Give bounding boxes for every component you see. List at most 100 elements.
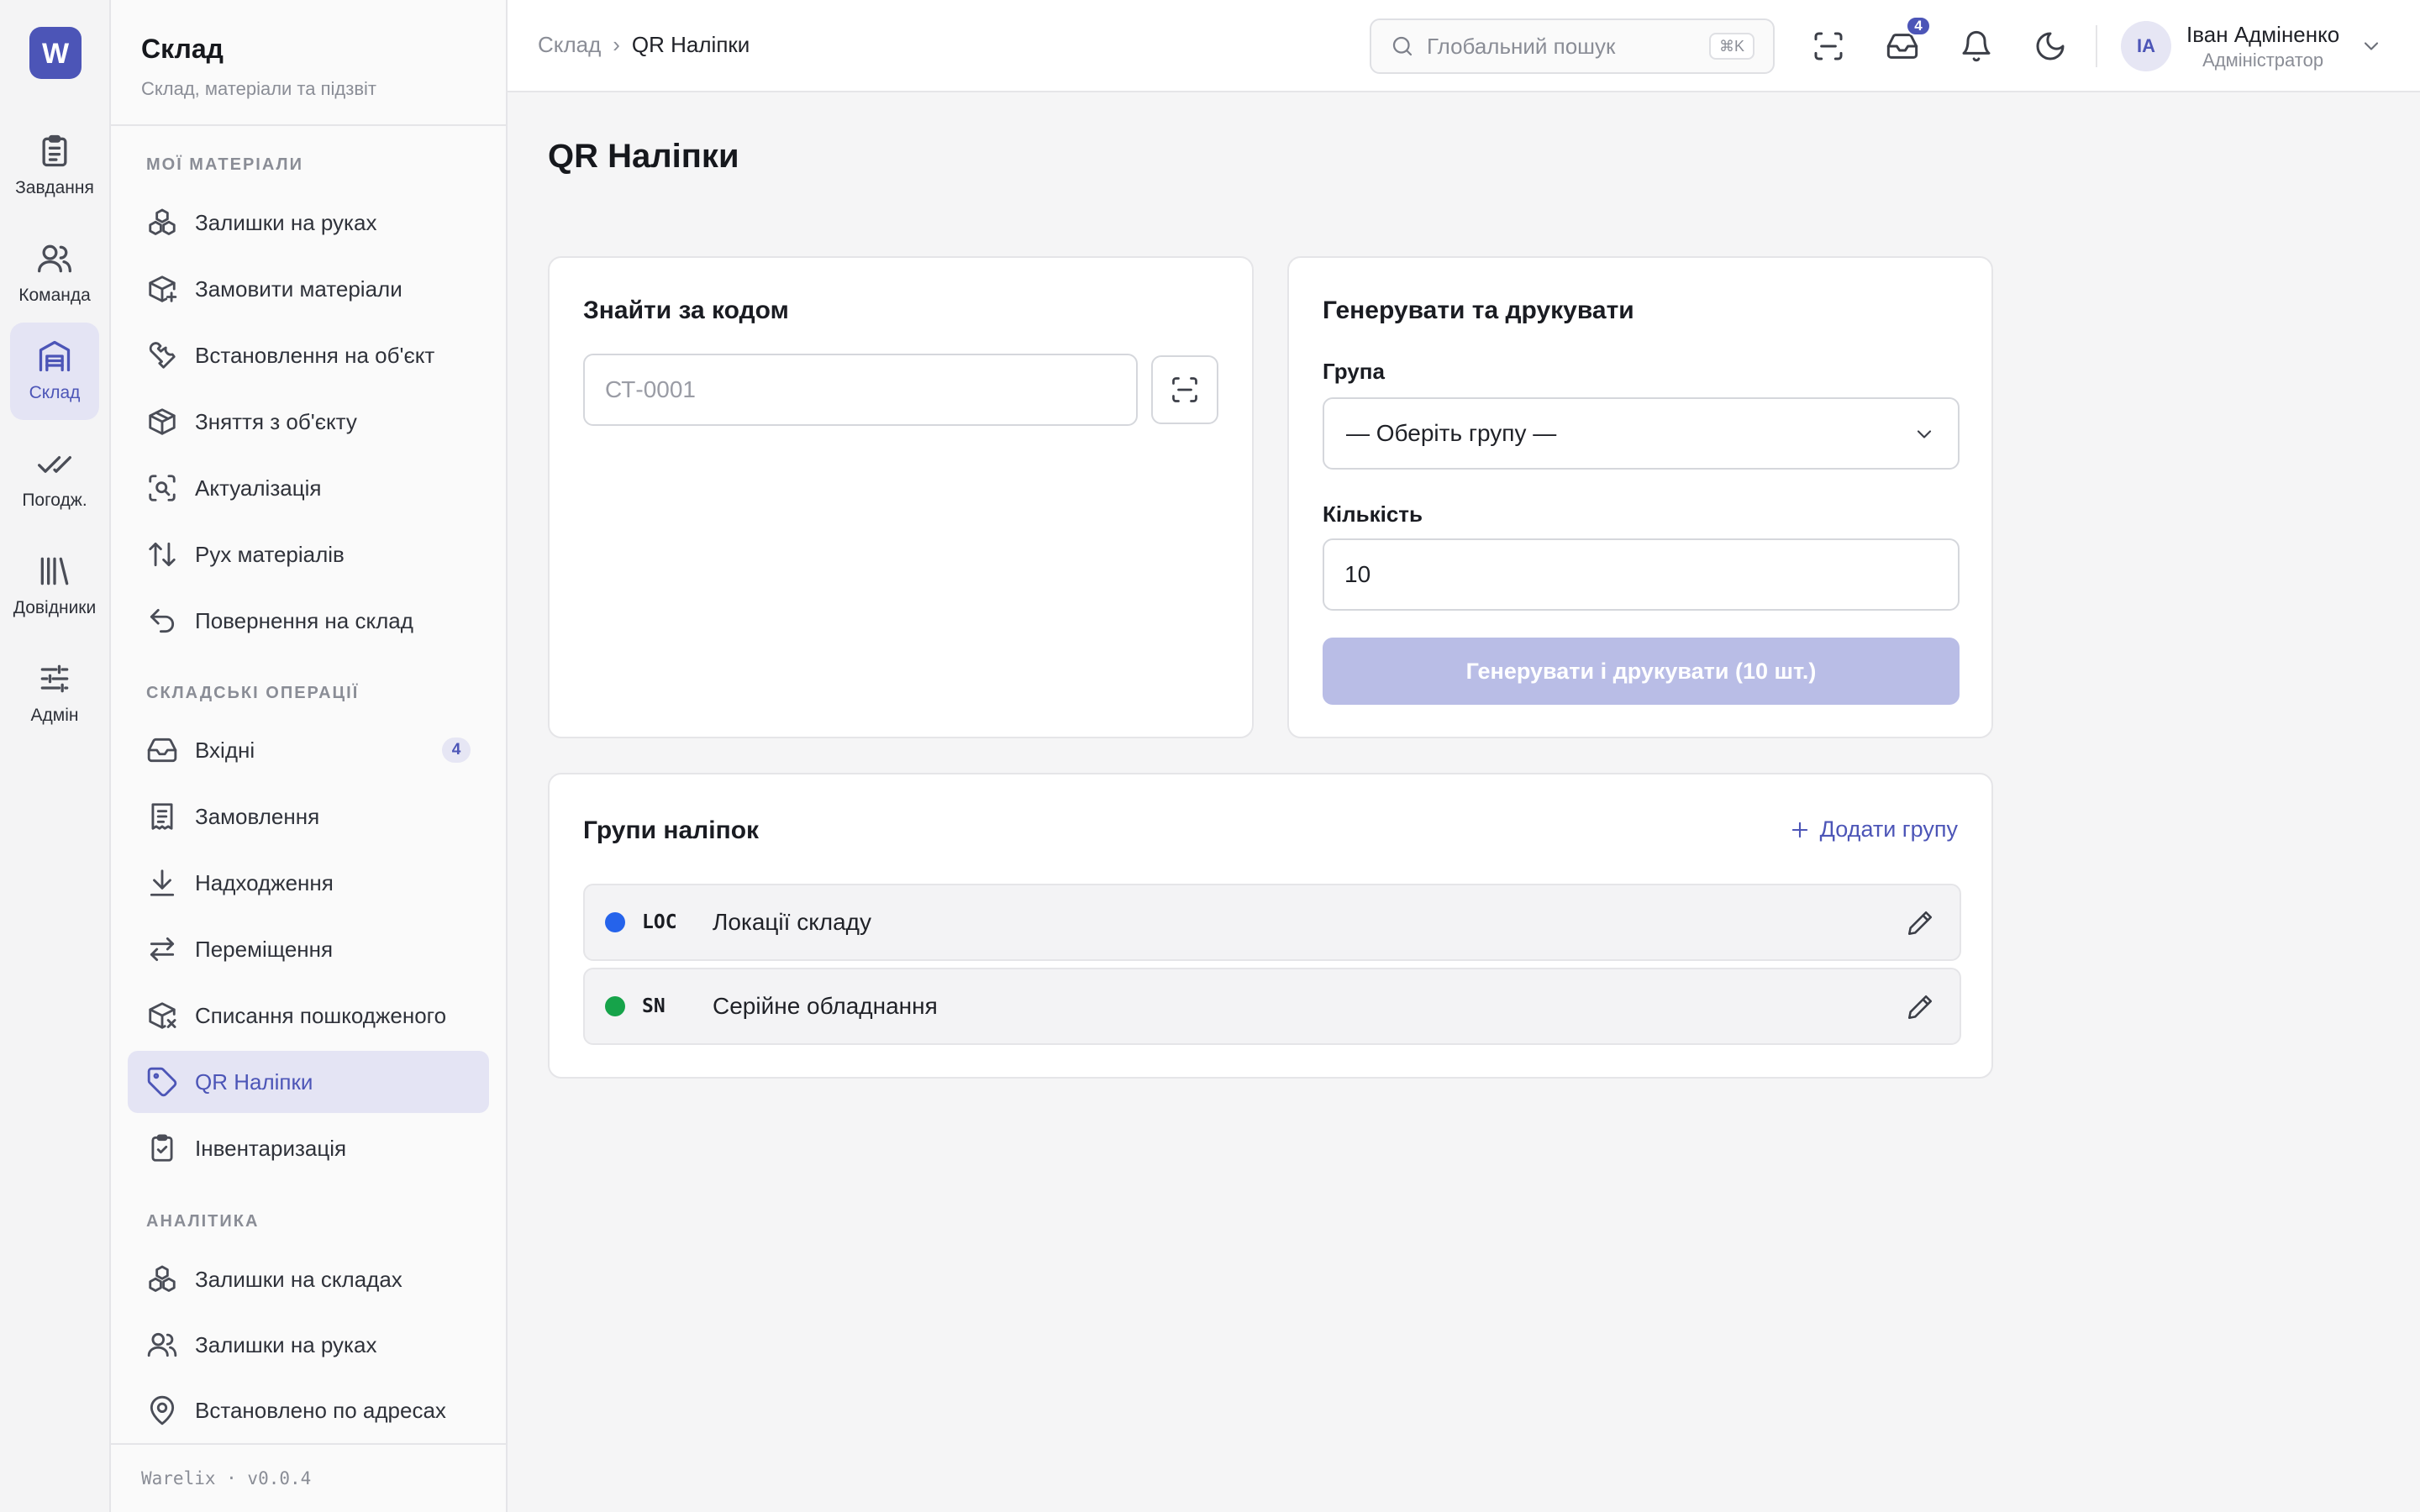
plus-icon xyxy=(1791,822,1807,837)
breadcrumb-current: QR Наліпки xyxy=(631,32,750,57)
generate-print-card: Генерувати та друкувати Група — Оберіть … xyxy=(1287,256,1993,738)
quantity-label: Кількість xyxy=(1323,501,1423,527)
sidebar-item-qr-stickers[interactable]: QR Наліпки xyxy=(128,1051,489,1113)
chevron-down-icon xyxy=(2365,42,2379,50)
scan-button[interactable] xyxy=(1803,21,1854,71)
sidebar-item-label: Замовити матеріали xyxy=(195,276,402,302)
sticker-groups-card: Групи наліпок Додати групу LOC Локації с… xyxy=(548,773,1993,1079)
global-search[interactable]: ⌘K xyxy=(1370,18,1775,74)
icon-rail: W Завдання Команда Склад Погодж. Довідни… xyxy=(0,0,111,1512)
search-input[interactable] xyxy=(1427,33,1704,60)
sidebar-item-incoming[interactable]: Вхідні 4 xyxy=(128,719,489,781)
add-group-label: Додати групу xyxy=(1819,816,1958,842)
sidebar-item-receipts[interactable]: Надходження xyxy=(128,852,489,914)
notifications-button[interactable] xyxy=(1951,21,2002,71)
sidebar-item-install[interactable]: Встановлення на об'єкт xyxy=(128,324,489,386)
map-pin-icon xyxy=(150,1395,175,1425)
group-name: Локації складу xyxy=(713,909,872,935)
sidebar-item-order-materials[interactable]: Замовити матеріали xyxy=(128,258,489,320)
receipt-icon xyxy=(151,803,173,830)
boxes-icon xyxy=(149,208,176,235)
group-row[interactable]: LOC Локації складу xyxy=(583,884,1961,961)
library-icon xyxy=(40,557,69,585)
sidebar-item-removal[interactable]: Зняття з об'єкту xyxy=(128,391,489,453)
app-logo[interactable]: W xyxy=(29,27,82,79)
inbox-icon xyxy=(147,738,177,763)
rail-item-label: Довідники xyxy=(13,598,97,617)
group-label: Група xyxy=(1323,359,1385,384)
sidebar-item-label: Зняття з об'єкту xyxy=(195,408,357,434)
sidebar-item-return[interactable]: Повернення на склад xyxy=(128,590,489,652)
sidebar-item-inventory[interactable]: Інвентаризація xyxy=(128,1117,489,1179)
sidebar-item-label: Встановлення на об'єкт xyxy=(195,342,435,368)
sliders-icon xyxy=(40,664,69,693)
rail-item-directories[interactable]: Довідники xyxy=(10,538,99,635)
code-search-input[interactable] xyxy=(583,354,1138,426)
sidebar-footer: Warelix · v0.0.4 xyxy=(111,1443,506,1512)
avatar: ІА xyxy=(2121,21,2171,71)
breadcrumb-root[interactable]: Склад xyxy=(538,32,601,58)
sidebar-item-transfers[interactable]: Переміщення xyxy=(128,918,489,980)
package-plus-icon xyxy=(149,276,177,302)
sidebar-item-on-hand-analytics[interactable]: Залишки на руках xyxy=(128,1314,489,1376)
chevron-down-icon xyxy=(1917,430,1932,438)
sidebar-item-installed-by-address[interactable]: Встановлено по адресах xyxy=(128,1379,489,1441)
group-row[interactable]: SN Серійне обладнання xyxy=(583,968,1961,1045)
scan-search-icon xyxy=(149,475,176,501)
undo-icon xyxy=(150,608,175,633)
sidebar-title: Склад xyxy=(141,34,224,64)
sidebar-item-label: Залишки на руках xyxy=(195,1331,377,1357)
generate-print-button[interactable]: Генерувати і друкувати (10 шт.) xyxy=(1323,638,1960,705)
add-group-button[interactable]: Додати групу xyxy=(1788,816,1958,843)
sidebar-item-write-off[interactable]: Списання пошкодженого xyxy=(128,984,489,1047)
tag-icon xyxy=(147,1067,177,1097)
sidebar-subtitle: Склад, матеріали та підзвіт xyxy=(141,78,376,99)
inbox-count-badge: 4 xyxy=(1906,16,1931,36)
scan-icon xyxy=(1172,377,1197,402)
rail-item-label: Адмін xyxy=(30,706,79,725)
arrows-up-down-icon xyxy=(149,542,176,567)
sidebar-item-label: QR Наліпки xyxy=(195,1068,313,1095)
app-version: Warelix · v0.0.4 xyxy=(141,1468,312,1488)
group-name: Серійне обладнання xyxy=(713,993,938,1019)
group-select[interactable]: — Оберіть групу — xyxy=(1323,397,1960,470)
breadcrumb-separator: › xyxy=(613,32,620,57)
bell-icon xyxy=(1962,30,1991,62)
sidebar-item-on-hand[interactable]: Залишки на руках xyxy=(128,192,489,254)
sidebar: Склад Склад, матеріали та підзвіт МОЇ МА… xyxy=(111,0,508,1512)
rail-item-warehouse[interactable]: Склад xyxy=(10,323,99,420)
rail-item-admin[interactable]: Адмін xyxy=(10,645,99,743)
group-select-value: — Оберіть групу — xyxy=(1346,420,1557,446)
package-icon xyxy=(149,408,176,435)
rail-item-approvals[interactable]: Погодж. xyxy=(10,430,99,528)
pencil-icon[interactable] xyxy=(1906,993,1934,1021)
inbox-button[interactable]: 4 xyxy=(1877,16,1931,71)
sidebar-item-label: Замовлення xyxy=(195,803,320,829)
warehouse-icon xyxy=(39,340,71,372)
sidebar-item-label: Повернення на склад xyxy=(195,607,413,633)
sidebar-item-movement[interactable]: Рух матеріалів xyxy=(128,523,489,585)
sidebar-item-warehouse-stock[interactable]: Залишки на складах xyxy=(128,1248,489,1310)
quantity-input[interactable] xyxy=(1323,538,1960,611)
rail-item-team[interactable]: Команда xyxy=(10,225,99,323)
sidebar-item-orders[interactable]: Замовлення xyxy=(128,785,489,848)
sidebar-item-label: Переміщення xyxy=(195,936,334,962)
boxes-icon xyxy=(149,1265,176,1292)
clipboard-check-icon xyxy=(151,1134,173,1162)
rail-item-label: Завдання xyxy=(15,178,94,197)
rail-item-label: Погодж. xyxy=(22,491,87,510)
pencil-icon[interactable] xyxy=(1906,909,1934,937)
generate-card-title: Генерувати та друкувати xyxy=(1323,297,1634,324)
sidebar-item-label: Надходження xyxy=(195,869,334,895)
theme-toggle-button[interactable] xyxy=(2025,21,2075,71)
users-icon xyxy=(147,1332,177,1357)
group-color-dot xyxy=(605,912,625,932)
scan-code-button[interactable] xyxy=(1151,355,1218,424)
moon-icon xyxy=(2036,32,2065,60)
user-menu[interactable]: ІА Іван Адміненко Адміністратор xyxy=(2121,18,2407,74)
svg-text:W: W xyxy=(42,38,70,70)
transfer-icon xyxy=(150,937,175,962)
section-analytics: АНАЛІТИКА xyxy=(146,1212,260,1231)
sidebar-item-actualization[interactable]: Актуалізація xyxy=(128,457,489,519)
rail-item-tasks[interactable]: Завдання xyxy=(10,118,99,215)
